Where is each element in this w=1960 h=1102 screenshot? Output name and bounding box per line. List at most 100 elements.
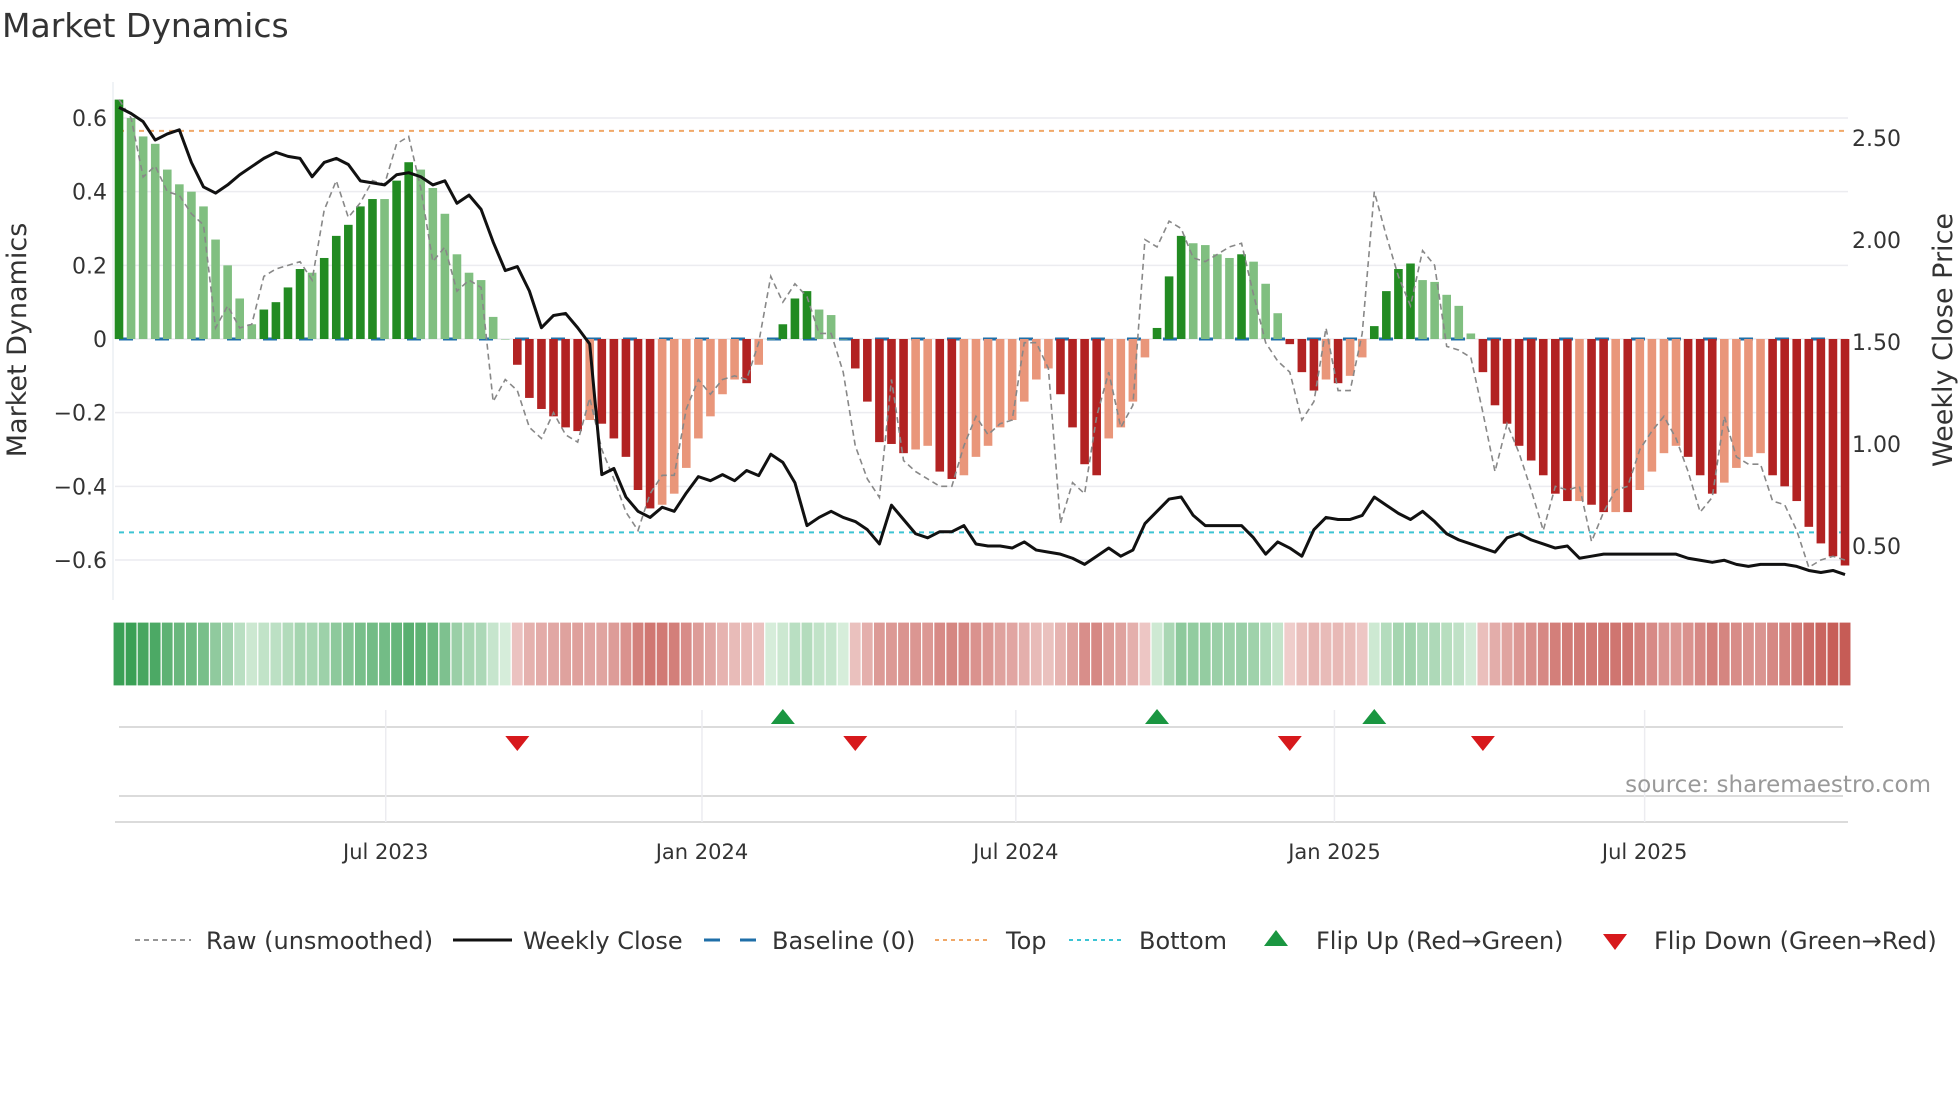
strip-cell (788, 621, 802, 687)
strip-cell (981, 621, 995, 687)
bar (1707, 339, 1717, 494)
bar (718, 339, 727, 395)
y-axis-label: Market Dynamics (2, 223, 33, 458)
bar (452, 254, 462, 339)
bar (138, 136, 148, 339)
bar (947, 339, 957, 479)
bar (1225, 257, 1234, 339)
strip-cell (558, 621, 573, 687)
bar (1816, 339, 1826, 544)
bar (368, 199, 377, 339)
strip-cell (389, 621, 404, 687)
bar (440, 213, 450, 339)
bar (1538, 339, 1548, 476)
bar (1369, 326, 1379, 339)
strip-cell (1210, 621, 1225, 687)
bar (706, 339, 715, 417)
strip-cell (1367, 621, 1381, 687)
strip-cell (462, 621, 476, 687)
bar (283, 287, 293, 339)
bar (1575, 339, 1584, 502)
bar (1237, 254, 1246, 339)
bar (416, 169, 426, 339)
strip-cell (196, 621, 211, 687)
bar (500, 339, 510, 340)
bar (573, 339, 582, 432)
flip-down-marker (843, 736, 868, 751)
bar (669, 339, 679, 494)
strip-cell (1415, 621, 1430, 687)
strip-cell (1138, 621, 1152, 687)
strip-cell (655, 621, 669, 687)
y-tick-label: 0.6 (72, 107, 107, 132)
strip-cell (1150, 621, 1164, 687)
strip-cell (921, 621, 935, 687)
bar (1056, 339, 1065, 395)
strip-cell (908, 621, 923, 687)
strip-cell (317, 621, 331, 687)
strip-cell (1440, 621, 1454, 687)
bar (1659, 339, 1669, 454)
bar (1780, 339, 1789, 487)
strip-cell (353, 621, 368, 687)
bar (126, 118, 136, 340)
regime-heat-strip (112, 621, 1852, 687)
strip-cell (510, 621, 524, 687)
strip-cell (172, 621, 187, 687)
strip-cell (1403, 621, 1418, 687)
strip-cell (546, 621, 561, 687)
bar (875, 339, 884, 443)
strip-cell (752, 621, 766, 687)
strip-cell (233, 621, 247, 687)
strip-cell (474, 621, 488, 687)
y-tick-label: 0.4 (72, 181, 107, 206)
bar (392, 180, 401, 339)
bar (1044, 339, 1053, 369)
bar (488, 316, 498, 339)
strip-cell (1741, 621, 1756, 687)
bar (380, 199, 389, 339)
bar (1720, 339, 1729, 483)
strip-cell (1657, 621, 1671, 687)
line-series (118, 99, 1846, 576)
strip-cell (1029, 621, 1043, 687)
strip-cell (1464, 621, 1478, 687)
bar (1611, 339, 1620, 513)
bar (150, 143, 160, 339)
strip-cell (534, 621, 549, 687)
strip-cell (1065, 621, 1080, 687)
strip-cell (957, 621, 971, 687)
triangle-up-icon (1264, 930, 1288, 946)
y2-tick-label: 2.50 (1852, 127, 1901, 152)
x-tick-label: Jul 2023 (341, 840, 428, 864)
bar (271, 302, 281, 339)
strip-cell (1295, 621, 1309, 687)
strip-cell (1500, 621, 1514, 687)
bar (1563, 339, 1572, 502)
strip-cell (305, 621, 319, 687)
x-tick-label: Jan 2025 (1286, 840, 1381, 864)
strip-cell (522, 621, 537, 687)
triangle-down-icon (1603, 934, 1627, 950)
bar (790, 298, 800, 339)
bar (162, 169, 172, 339)
bar (1454, 305, 1464, 339)
bar (1647, 339, 1657, 472)
bar (1744, 339, 1753, 457)
strip-cell (365, 621, 380, 687)
strip-cell (293, 621, 307, 687)
strip-cell (1524, 621, 1538, 687)
bar (838, 339, 848, 340)
y2-tick-label: 1.00 (1852, 433, 1901, 458)
bar (199, 206, 208, 339)
bar (1333, 339, 1343, 384)
strip-cell (1512, 621, 1526, 687)
bar (1068, 339, 1077, 428)
bar (1080, 339, 1089, 465)
strip-cell (184, 621, 199, 687)
bar (995, 339, 1005, 428)
strip-cell (1391, 621, 1406, 687)
bar (211, 239, 220, 339)
strip-cell (1669, 621, 1683, 687)
flip-down-marker (1470, 736, 1495, 751)
